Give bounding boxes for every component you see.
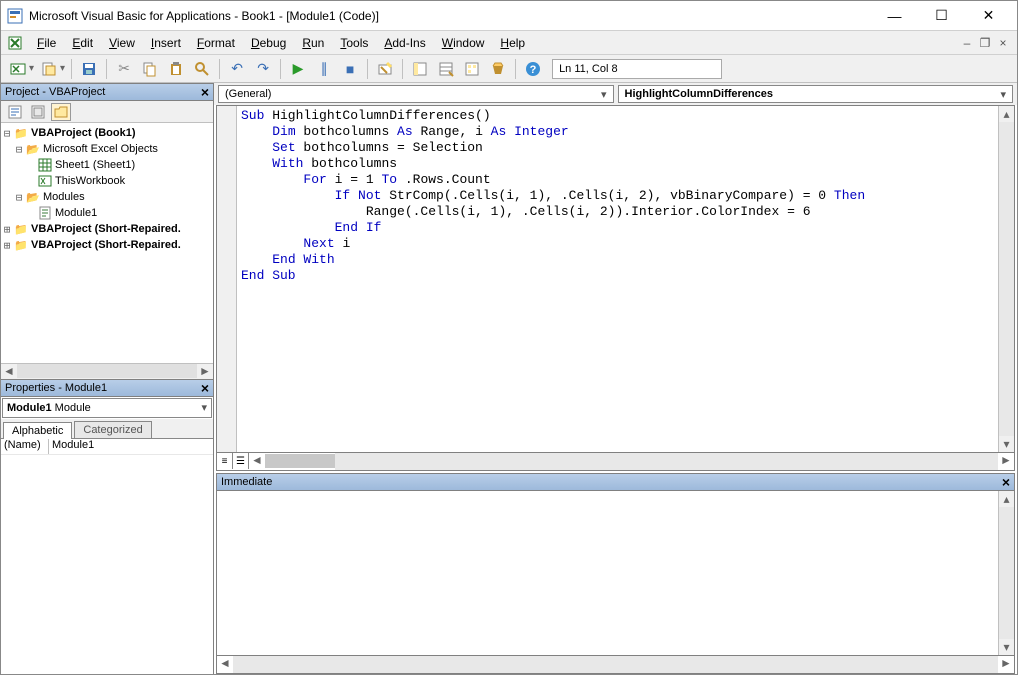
- menu-help[interactable]: Help: [492, 34, 533, 52]
- standard-toolbar: ▾ ▾ ✂ ↶ ↷ ▶ ∥ ■ ? Ln 11, Col 8: [1, 55, 1017, 83]
- menu-window[interactable]: Window: [434, 34, 493, 52]
- tree-folder[interactable]: ⊟📂Microsoft Excel Objects: [1, 141, 213, 157]
- mdi-restore-button[interactable]: ❐: [977, 35, 993, 51]
- view-object-icon[interactable]: [28, 103, 48, 121]
- hscroll-track[interactable]: [233, 656, 998, 673]
- toolbox-icon[interactable]: [487, 58, 509, 80]
- code-dropdown-bar: (General)▾ HighlightColumnDifferences▾: [214, 83, 1017, 105]
- tab-alphabetic[interactable]: Alphabetic: [3, 422, 72, 439]
- mdi-close-button[interactable]: ×: [995, 35, 1011, 51]
- project-panel-close-icon[interactable]: ×: [201, 86, 209, 98]
- menu-bar: FileEditViewInsertFormatDebugRunToolsAdd…: [1, 31, 1017, 55]
- mdi-minimize-button[interactable]: –: [959, 35, 975, 51]
- menu-format[interactable]: Format: [189, 34, 243, 52]
- project-explorer-icon[interactable]: [409, 58, 431, 80]
- dropdown-icon[interactable]: ▾: [60, 63, 65, 74]
- window-title: Microsoft Visual Basic for Applications …: [29, 9, 872, 23]
- code-area[interactable]: Sub HighlightColumnDifferences() Dim bot…: [237, 106, 998, 452]
- run-icon[interactable]: ▶: [287, 58, 309, 80]
- menu-view[interactable]: View: [101, 34, 143, 52]
- project-toolbar: [1, 101, 213, 123]
- save-icon[interactable]: [78, 58, 100, 80]
- properties-icon[interactable]: [435, 58, 457, 80]
- title-bar: Microsoft Visual Basic for Applications …: [1, 1, 1017, 31]
- menu-edit[interactable]: Edit: [64, 34, 101, 52]
- cut-icon[interactable]: ✂: [113, 58, 135, 80]
- minimize-button[interactable]: —: [872, 2, 917, 30]
- scroll-right-icon[interactable]: ►: [998, 453, 1014, 470]
- properties-grid[interactable]: (Name) Module1: [1, 439, 213, 675]
- help-icon[interactable]: ?: [522, 58, 544, 80]
- tree-sheet[interactable]: Sheet1 (Sheet1): [1, 157, 213, 173]
- excel-doc-icon: [7, 35, 23, 51]
- procedure-dropdown[interactable]: HighlightColumnDifferences▾: [618, 85, 1014, 103]
- dropdown-icon: ▾: [601, 88, 607, 101]
- tree-workbook[interactable]: ThisWorkbook: [1, 173, 213, 189]
- object-browser-icon[interactable]: [461, 58, 483, 80]
- dropdown-icon: ▾: [201, 401, 207, 414]
- code-gutter: [217, 106, 237, 452]
- scroll-left-icon[interactable]: ◄: [249, 453, 265, 470]
- code-editor[interactable]: Sub HighlightColumnDifferences() Dim bot…: [216, 105, 1015, 453]
- tree-module[interactable]: Module1: [1, 205, 213, 221]
- svg-text:?: ?: [530, 64, 537, 76]
- project-panel-header: Project - VBAProject ×: [1, 83, 213, 101]
- insert-module-icon[interactable]: [38, 58, 60, 80]
- properties-object-selector[interactable]: Module1 Module ▾: [2, 398, 212, 418]
- property-name: (Name): [1, 439, 49, 454]
- menu-insert[interactable]: Insert: [143, 34, 189, 52]
- immediate-bottom-bar: ◄ ►: [216, 656, 1015, 674]
- hscroll-thumb[interactable]: [265, 454, 335, 468]
- scroll-right-icon[interactable]: ►: [998, 656, 1014, 673]
- menu-run[interactable]: Run: [294, 34, 332, 52]
- tree-project-root[interactable]: ⊞📁VBAProject (Short-Repaired.: [1, 237, 213, 253]
- project-panel-title: Project - VBAProject: [5, 86, 105, 98]
- scroll-left-icon[interactable]: ◄: [217, 656, 233, 673]
- menu-add-ins[interactable]: Add-Ins: [376, 34, 433, 52]
- properties-panel-title: Properties - Module1: [5, 382, 107, 394]
- design-mode-icon[interactable]: [374, 58, 396, 80]
- immediate-panel-title: Immediate: [221, 476, 272, 488]
- tab-categorized[interactable]: Categorized: [74, 421, 151, 438]
- toggle-folders-icon[interactable]: [51, 103, 71, 121]
- dropdown-icon: ▾: [1000, 88, 1006, 101]
- find-icon[interactable]: [191, 58, 213, 80]
- menu-debug[interactable]: Debug: [243, 34, 294, 52]
- property-row[interactable]: (Name) Module1: [1, 439, 213, 455]
- immediate-window[interactable]: ▴▾: [216, 491, 1015, 656]
- maximize-button[interactable]: ☐: [919, 2, 964, 30]
- immediate-vscroll[interactable]: ▴▾: [998, 491, 1014, 655]
- project-hscroll[interactable]: ◄►: [1, 363, 213, 379]
- menu-file[interactable]: File: [29, 34, 64, 52]
- copy-icon[interactable]: [139, 58, 161, 80]
- break-icon[interactable]: ∥: [313, 58, 335, 80]
- close-button[interactable]: ✕: [966, 2, 1011, 30]
- view-code-icon[interactable]: [5, 103, 25, 121]
- code-bottom-bar: ≡ ☰ ◄ ►: [216, 453, 1015, 471]
- dropdown-icon[interactable]: ▾: [29, 63, 34, 74]
- object-dropdown[interactable]: (General)▾: [218, 85, 614, 103]
- vba-app-icon: [7, 8, 23, 24]
- tree-project-root[interactable]: ⊟📁VBAProject (Book1): [1, 125, 213, 141]
- properties-panel-header: Properties - Module1 ×: [1, 379, 213, 397]
- project-tree[interactable]: ⊟📁VBAProject (Book1) ⊟📂Microsoft Excel O…: [1, 123, 213, 363]
- hscroll-track[interactable]: [335, 453, 998, 470]
- paste-icon[interactable]: [165, 58, 187, 80]
- menu-tools[interactable]: Tools: [332, 34, 376, 52]
- proc-view-icon[interactable]: ≡: [217, 453, 233, 469]
- code-vscroll[interactable]: ▴▾: [998, 106, 1014, 452]
- view-excel-icon[interactable]: [7, 58, 29, 80]
- position-indicator: Ln 11, Col 8: [552, 59, 722, 79]
- property-value[interactable]: Module1: [49, 439, 213, 454]
- properties-panel-close-icon[interactable]: ×: [201, 382, 209, 394]
- undo-icon[interactable]: ↶: [226, 58, 248, 80]
- reset-icon[interactable]: ■: [339, 58, 361, 80]
- tree-project-root[interactable]: ⊞📁VBAProject (Short-Repaired.: [1, 221, 213, 237]
- redo-icon[interactable]: ↷: [252, 58, 274, 80]
- immediate-panel-header: Immediate ×: [216, 473, 1015, 491]
- tree-folder[interactable]: ⊟📂Modules: [1, 189, 213, 205]
- full-view-icon[interactable]: ☰: [233, 453, 249, 469]
- immediate-panel-close-icon[interactable]: ×: [1002, 474, 1010, 490]
- properties-tabs: Alphabetic Categorized: [1, 419, 213, 439]
